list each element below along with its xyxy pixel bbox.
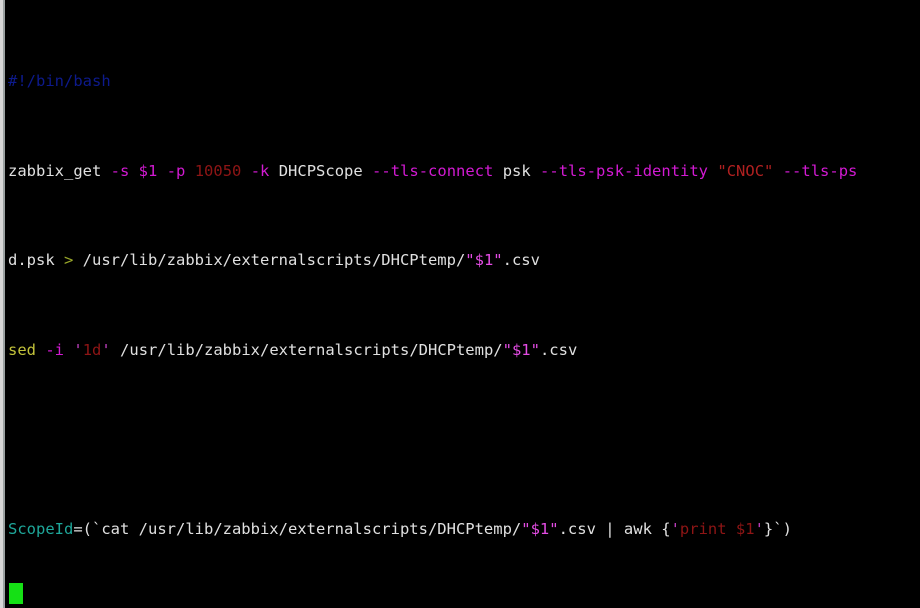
code-content[interactable]: #!/bin/bash zabbix_get -s $1 -p 10050 -k… [8, 3, 920, 608]
cmd-sed: sed [8, 341, 46, 360]
code-line-assign-scopeid: ScopeId=(`cat /usr/lib/zabbix/externalsc… [8, 520, 792, 539]
cmd-zabbix-get: zabbix_get [8, 161, 111, 180]
csv-path-2: /usr/lib/zabbix/externalscripts/DHCPtemp… [110, 341, 503, 360]
flag-tls-psk-truncated: --tls-ps [782, 161, 858, 180]
code-line-1: #!/bin/bash [8, 70, 920, 92]
flag-k: -k [250, 161, 270, 180]
psk-identity-value: "CNOC" [717, 161, 774, 180]
code-line-3: d.psk > /usr/lib/zabbix/externalscripts/… [8, 251, 540, 270]
flag-p: -p [166, 161, 186, 180]
terminal-cursor [9, 583, 23, 604]
flag-s: -s [110, 161, 130, 180]
terminal-window[interactable]: #!/bin/bash zabbix_get -s $1 -p 10050 -k… [0, 0, 920, 608]
blank-line-1 [8, 429, 920, 451]
csv-arg-2: "$1" [502, 341, 540, 360]
flag-tls-psk-identity: --tls-psk-identity [540, 161, 709, 180]
port-number: 10050 [194, 161, 242, 180]
var-scopeid: ScopeId [8, 520, 74, 539]
arg-dollar-1: $1 [138, 161, 158, 180]
window-left-edge-shadow [3, 0, 5, 608]
psk-file-continuation: d.psk [8, 251, 64, 270]
shebang-token: #!/bin/bash [8, 72, 111, 91]
flag-i: -i [45, 341, 64, 360]
code-line-2: zabbix_get -s $1 -p 10050 -k DHCPScope -… [8, 161, 858, 180]
sed-expression: 1d [82, 341, 102, 360]
redirect-operator: > [64, 251, 74, 270]
csv-path-1: /usr/lib/zabbix/externalscripts/DHCPtemp… [73, 251, 466, 270]
flag-tls-connect: --tls-connect [372, 161, 494, 180]
key-dhcpscope: DHCPScope [269, 161, 373, 180]
csv-arg-1: "$1" [465, 251, 503, 270]
code-line-4: sed -i '1d' /usr/lib/zabbix/externalscri… [8, 341, 578, 360]
